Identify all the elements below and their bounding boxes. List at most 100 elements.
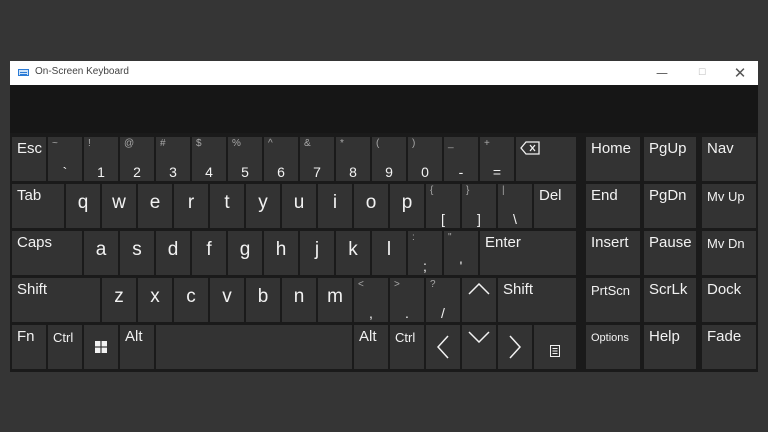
key-t[interactable]: t	[210, 184, 244, 228]
key-scrlk[interactable]: ScrLk	[644, 278, 696, 322]
key-u[interactable]: u	[282, 184, 316, 228]
key-label: PrtScn	[591, 283, 631, 298]
key-equals[interactable]: + =	[480, 137, 514, 181]
key-prtscn[interactable]: PrtScn	[586, 278, 640, 322]
key-enter[interactable]: Enter	[480, 231, 576, 275]
key-k[interactable]: k	[336, 231, 370, 275]
key-right-bracket[interactable]: }]	[462, 184, 496, 228]
key-shift-left[interactable]: Shift	[12, 278, 100, 322]
key-d[interactable]: d	[156, 231, 190, 275]
shift-char: ?	[430, 279, 436, 290]
key-semicolon[interactable]: :;	[408, 231, 442, 275]
key-w[interactable]: w	[102, 184, 136, 228]
backspace-icon	[520, 140, 540, 159]
key-b[interactable]: b	[246, 278, 280, 322]
key-mv-dn[interactable]: Mv Dn	[702, 231, 756, 275]
key-pgup[interactable]: PgUp	[644, 137, 696, 181]
key-i[interactable]: i	[318, 184, 352, 228]
key-y[interactable]: y	[246, 184, 280, 228]
key-fade[interactable]: Fade	[702, 325, 756, 369]
key-z[interactable]: z	[102, 278, 136, 322]
key-char: z	[114, 286, 124, 307]
key-x[interactable]: x	[138, 278, 172, 322]
key-shift-right[interactable]: Shift	[498, 278, 576, 322]
key-left-bracket[interactable]: {[	[426, 184, 460, 228]
key-4[interactable]: $4	[192, 137, 226, 181]
key-caps[interactable]: Caps	[12, 231, 82, 275]
key-options[interactable]: Options	[586, 325, 640, 369]
minimize-button[interactable]: —	[642, 61, 682, 85]
key-insert[interactable]: Insert	[586, 231, 640, 275]
key-menu[interactable]	[534, 325, 576, 369]
key-del[interactable]: Del	[534, 184, 576, 228]
key-r[interactable]: r	[174, 184, 208, 228]
key-p[interactable]: p	[390, 184, 424, 228]
key-a[interactable]: a	[84, 231, 118, 275]
key-ctrl-left[interactable]: Ctrl	[48, 325, 82, 369]
key-v[interactable]: v	[210, 278, 244, 322]
key-arrow-right[interactable]	[498, 325, 532, 369]
key-3[interactable]: #3	[156, 137, 190, 181]
key-backslash[interactable]: | \	[498, 184, 532, 228]
key-esc[interactable]: Esc	[12, 137, 46, 181]
key-o[interactable]: o	[354, 184, 388, 228]
key-alt-right[interactable]: Alt	[354, 325, 388, 369]
key-comma[interactable]: <,	[354, 278, 388, 322]
key-arrow-left[interactable]	[426, 325, 460, 369]
main-char: 2	[133, 164, 141, 180]
key-label: Caps	[17, 234, 53, 251]
key-label: Insert	[591, 234, 629, 251]
key-s[interactable]: s	[120, 231, 154, 275]
key-alt-left[interactable]: Alt	[120, 325, 154, 369]
key-arrow-down[interactable]	[462, 325, 496, 369]
key-6[interactable]: ^ 6	[264, 137, 298, 181]
key-label: Home	[591, 140, 632, 157]
maximize-button[interactable]: ☐	[682, 61, 722, 85]
shift-char: {	[430, 185, 434, 196]
key-period[interactable]: >.	[390, 278, 424, 322]
key-quote[interactable]: " '	[444, 231, 478, 275]
text-prediction-bar	[10, 85, 758, 133]
main-char: /	[441, 305, 445, 321]
key-backspace[interactable]	[516, 137, 576, 181]
title-bar[interactable]: On-Screen Keyboard — ☐ ✕	[10, 61, 758, 85]
key-l[interactable]: l	[372, 231, 406, 275]
context-menu-icon	[534, 325, 576, 369]
key-label: Fade	[707, 328, 742, 345]
key-dock[interactable]: Dock	[702, 278, 756, 322]
key-end[interactable]: End	[586, 184, 640, 228]
key-5[interactable]: % 5	[228, 137, 262, 181]
key-8[interactable]: * 8	[336, 137, 370, 181]
key-0[interactable]: ) 0	[408, 137, 442, 181]
key-e[interactable]: e	[138, 184, 172, 228]
key-1[interactable]: ! 1	[84, 137, 118, 181]
key-c[interactable]: c	[174, 278, 208, 322]
key-j[interactable]: j	[300, 231, 334, 275]
key-minus[interactable]: _ -	[444, 137, 478, 181]
key-ctrl-right[interactable]: Ctrl	[390, 325, 424, 369]
key-home[interactable]: Home	[586, 137, 640, 181]
key-m[interactable]: m	[318, 278, 352, 322]
key-n[interactable]: n	[282, 278, 316, 322]
key-9[interactable]: (9	[372, 137, 406, 181]
key-tab[interactable]: Tab	[12, 184, 64, 228]
key-slash[interactable]: ? /	[426, 278, 460, 322]
key-7[interactable]: & 7	[300, 137, 334, 181]
key-h[interactable]: h	[264, 231, 298, 275]
key-windows[interactable]	[84, 325, 118, 369]
key-pgdn[interactable]: PgDn	[644, 184, 696, 228]
key-fn[interactable]: Fn	[12, 325, 46, 369]
key-2[interactable]: @2	[120, 137, 154, 181]
key-help[interactable]: Help	[644, 325, 696, 369]
key-arrow-up[interactable]	[462, 278, 496, 322]
key-f[interactable]: f	[192, 231, 226, 275]
key-backtick[interactable]: ~ `	[48, 137, 82, 181]
key-space[interactable]	[156, 325, 352, 369]
close-button[interactable]: ✕	[720, 61, 760, 85]
key-pause[interactable]: Pause	[644, 231, 696, 275]
key-q[interactable]: q	[66, 184, 100, 228]
key-mv-up[interactable]: Mv Up	[702, 184, 756, 228]
shift-char: (	[376, 138, 380, 149]
key-nav[interactable]: Nav	[702, 137, 756, 181]
key-g[interactable]: g	[228, 231, 262, 275]
